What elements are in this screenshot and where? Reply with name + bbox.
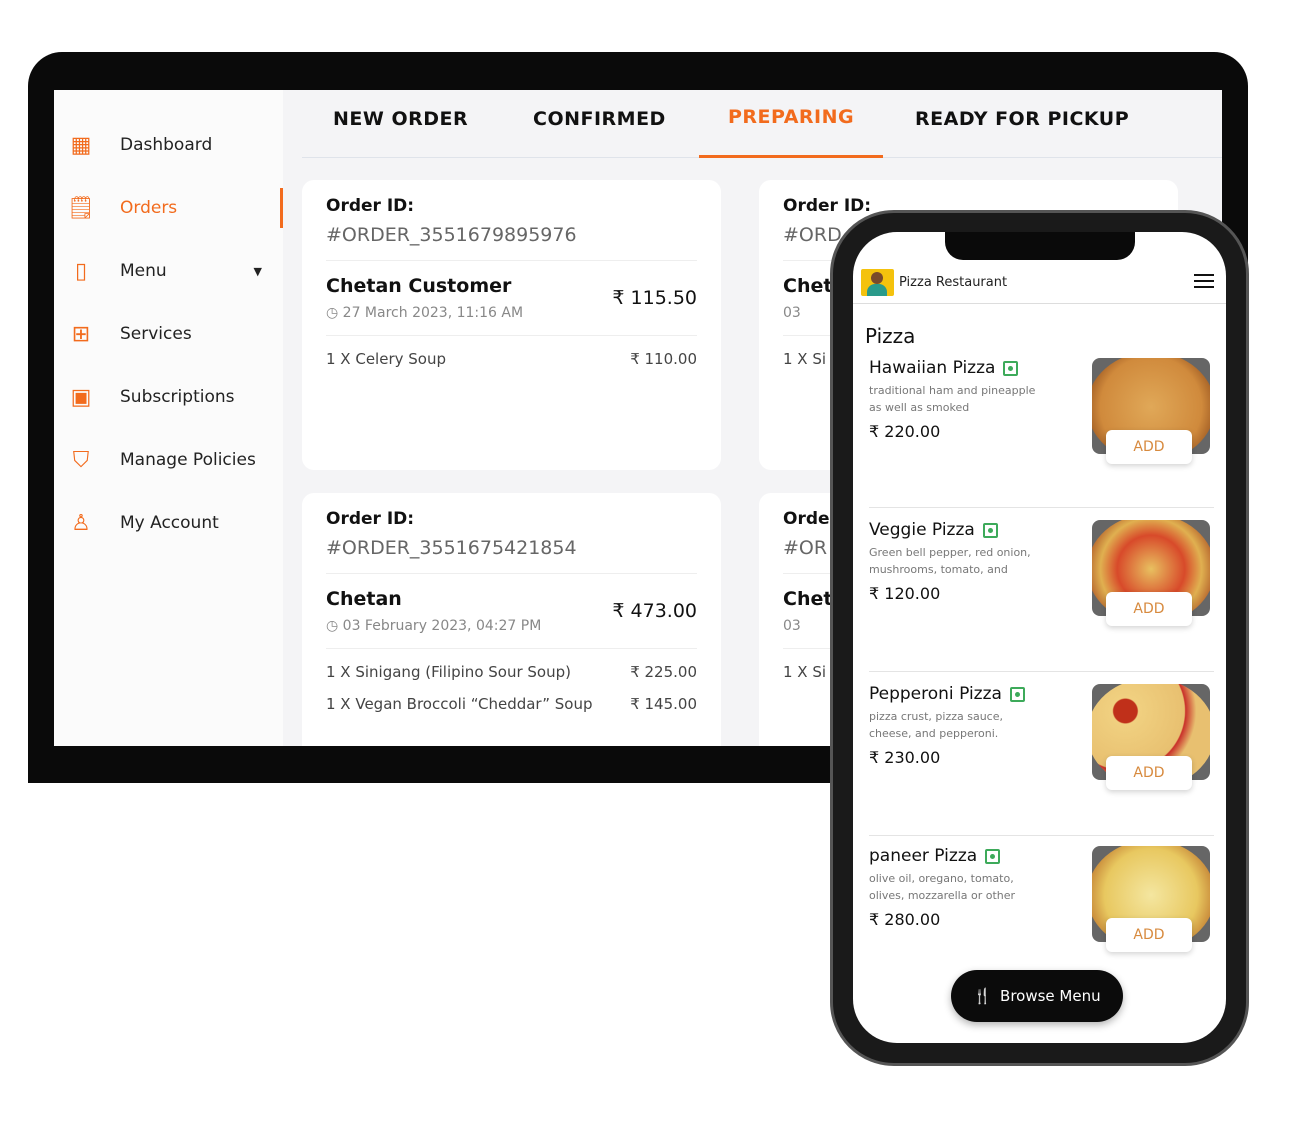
order-total: ₹ 473.00 <box>612 600 697 622</box>
item-name: Hawaiian Pizza <box>869 358 996 378</box>
add-button[interactable]: ADD <box>1106 756 1192 790</box>
item-description: olive oil, oregano, tomato, olives, mozz… <box>869 872 1016 902</box>
order-item: 1 X Celery Soup ₹ 110.00 <box>326 350 697 368</box>
sidebar-item-my-account[interactable]: ♙ My Account <box>66 503 276 543</box>
order-id: #ORDER_3551675421854 <box>326 537 577 559</box>
veg-icon <box>985 848 1001 864</box>
veg-icon <box>982 522 998 538</box>
tab-ready-for-pickup[interactable]: READY FOR PICKUP <box>915 108 1129 130</box>
item-name: Pepperoni Pizza <box>869 684 1002 704</box>
phone-screen: Pizza Restaurant Pizza Hawaiian Pizza tr… <box>853 232 1226 1043</box>
customer-name: Chetan <box>326 588 402 610</box>
caret-down-icon: ▼ <box>253 264 262 278</box>
menu-icon: ▯ <box>74 258 88 284</box>
tab-confirmed[interactable]: CONFIRMED <box>533 108 666 130</box>
phone-header: Pizza Restaurant <box>853 262 1226 304</box>
menu-item: Pepperoni Pizza pizza crust, pizza sauce… <box>869 684 1214 836</box>
dashboard-icon: ▦ <box>70 132 92 158</box>
order-id-label: Order ID: <box>326 196 415 216</box>
clock-icon: ◷ <box>326 305 343 321</box>
menu-item: Hawaiian Pizza traditional ham and pinea… <box>869 358 1214 508</box>
order-id: #ORDER_3551679895976 <box>326 224 577 246</box>
sidebar-item-label: Services <box>120 324 192 344</box>
order-item: 1 X Vegan Broccoli “Cheddar” Soup ₹ 145.0… <box>326 695 697 713</box>
sidebar-item-dashboard[interactable]: ▦ Dashboard <box>66 125 276 165</box>
sidebar-item-menu[interactable]: ▯ Menu ▼ <box>66 251 276 291</box>
order-card[interactable]: Order ID: #ORDER_3551679895976 Chetan Cu… <box>302 180 721 470</box>
clock-icon: ◷ <box>326 618 343 634</box>
shield-icon: ⛉ <box>72 447 90 473</box>
sidebar-item-manage-policies[interactable]: ⛉ Manage Policies <box>66 440 276 480</box>
sidebar-item-label: Orders <box>120 198 178 218</box>
services-icon: ⊞ <box>71 321 91 347</box>
sidebar-item-label: Subscriptions <box>120 387 235 407</box>
customer-name: Chetan Customer <box>326 275 512 297</box>
tab-preparing[interactable]: PREPARING <box>728 106 854 128</box>
sidebar-item-label: My Account <box>120 513 219 533</box>
sidebar: ▦ Dashboard 🗒 Orders ▯ Menu ▼ ⊞ Services ▣ Sub… <box>54 90 283 746</box>
order-date: 27 March 2023, 11:16 AM <box>342 305 524 321</box>
phone-notch <box>945 232 1135 260</box>
order-status-tabs: NEW ORDER CONFIRMED PREPARING READY FOR … <box>302 90 1222 158</box>
active-tab-underline <box>699 155 883 158</box>
add-button[interactable]: ADD <box>1106 592 1192 626</box>
restaurant-name: Pizza Restaurant <box>899 275 1008 290</box>
category-title: Pizza <box>865 324 916 348</box>
sidebar-item-label: Menu <box>120 261 167 281</box>
orders-icon: 🗒 <box>67 195 95 221</box>
item-description: pizza crust, pizza sauce, cheese, and pe… <box>869 710 1003 740</box>
sidebar-item-label: Manage Policies <box>120 450 256 470</box>
menu-item: Veggie Pizza Green bell pepper, red onio… <box>869 520 1214 672</box>
add-button[interactable]: ADD <box>1106 918 1192 952</box>
veg-icon <box>1003 360 1019 376</box>
order-item: 1 X Sinigang (Filipino Sour Soup) ₹ 225.0… <box>326 663 697 681</box>
active-indicator <box>280 188 283 228</box>
browse-menu-label: Browse Menu <box>1000 987 1101 1005</box>
subscriptions-icon: ▣ <box>70 384 92 410</box>
add-button[interactable]: ADD <box>1106 430 1192 464</box>
order-total: ₹ 115.50 <box>612 287 697 309</box>
browse-menu-button[interactable]: 🍴 Browse Menu <box>951 970 1123 1022</box>
avatar <box>861 269 894 296</box>
order-id-label: Order ID: <box>326 509 415 529</box>
fork-knife-icon: 🍴 <box>973 987 993 1005</box>
sidebar-item-subscriptions[interactable]: ▣ Subscriptions <box>66 377 276 417</box>
item-description: Green bell pepper, red onion, mushrooms,… <box>869 546 1031 576</box>
item-name: paneer Pizza <box>869 846 978 866</box>
hamburger-menu-icon[interactable] <box>1194 274 1214 288</box>
item-description: traditional ham and pineapple as well as… <box>869 384 1036 414</box>
sidebar-item-services[interactable]: ⊞ Services <box>66 314 276 354</box>
item-name: Veggie Pizza <box>869 520 975 540</box>
user-icon: ♙ <box>71 510 91 536</box>
order-date: 03 February 2023, 04:27 PM <box>342 618 542 634</box>
tab-new-order[interactable]: NEW ORDER <box>333 108 468 130</box>
order-card[interactable]: Order ID: #ORDER_3551675421854 Chetan ◷ … <box>302 493 721 746</box>
veg-icon <box>1009 686 1025 702</box>
sidebar-item-label: Dashboard <box>120 135 213 155</box>
sidebar-item-orders[interactable]: 🗒 Orders <box>66 188 276 228</box>
